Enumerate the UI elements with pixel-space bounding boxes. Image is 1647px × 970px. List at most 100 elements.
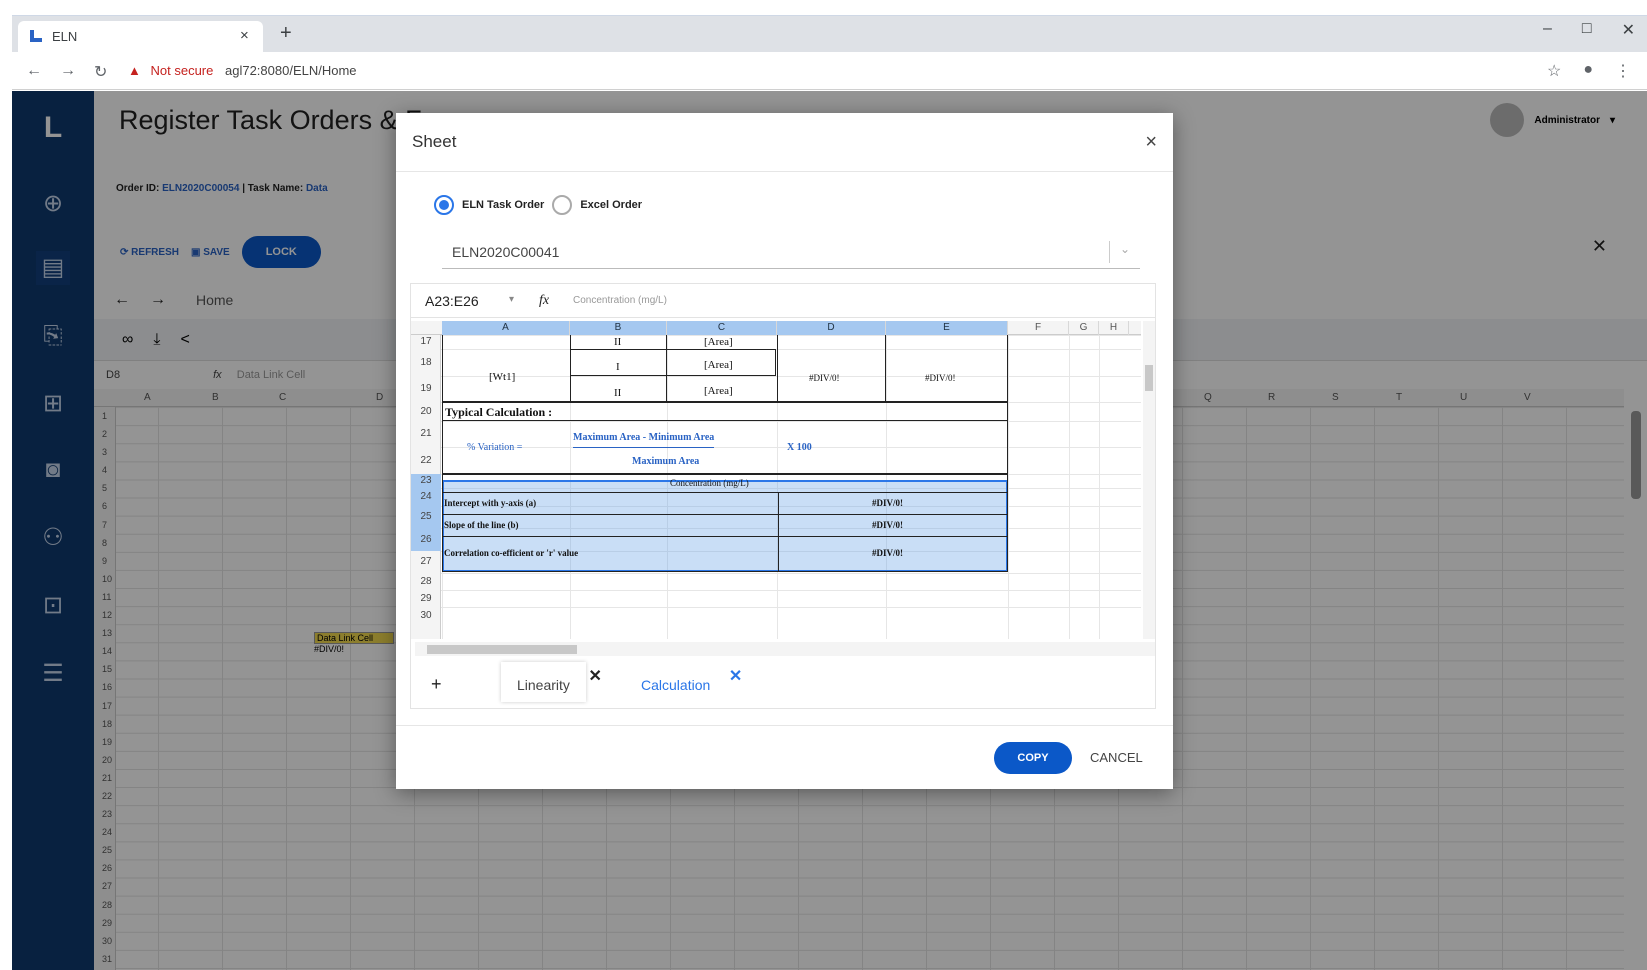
scroll-thumb[interactable] <box>427 645 577 654</box>
tab-label: Calculation <box>641 677 711 693</box>
close-icon[interactable]: ✕ <box>729 666 742 686</box>
forward-arrow-icon[interactable]: → <box>60 62 76 82</box>
cell-a21: % Variation = <box>467 442 523 453</box>
cell-d24: #DIV/0! <box>872 498 903 508</box>
table-border-row25 <box>442 514 1008 537</box>
row-header[interactable]: 21 <box>411 421 441 447</box>
cell-ref-dropdown-icon[interactable]: ▾ <box>509 294 514 305</box>
formula-value[interactable]: Concentration (mg/L) <box>573 295 667 306</box>
not-secure-label: Not secure <box>150 63 214 78</box>
select-separator <box>1109 241 1110 263</box>
column-header[interactable]: A <box>442 321 570 335</box>
sheet-preview: A23:E26 ▾ fx Concentration (mg/L) ABCDEF… <box>410 283 1156 709</box>
row-header[interactable]: 26 <box>411 528 441 551</box>
column-header[interactable]: F <box>1008 321 1069 335</box>
row-header[interactable]: 24 <box>411 488 441 506</box>
new-tab-button[interactable]: + <box>280 22 292 45</box>
column-gridline <box>1099 335 1100 639</box>
sheet-tabs: + Linearity ✕ Calculation ✕ <box>411 658 1155 710</box>
sheet-horizontal-scrollbar[interactable] <box>415 642 1155 656</box>
tab-linearity[interactable]: Linearity ✕ <box>501 662 602 702</box>
browser-tab-title: ELN <box>52 29 78 44</box>
column-header[interactable]: G <box>1069 321 1099 335</box>
column-header[interactable]: C <box>667 321 777 335</box>
column-header[interactable]: B <box>570 321 667 335</box>
cell-a24: Intercept with y-axis (a) <box>444 498 537 508</box>
profile-icon[interactable]: ● <box>1583 61 1593 81</box>
order-type-radios: ELN Task Order Excel Order <box>434 195 642 215</box>
row-header[interactable]: 30 <box>411 607 441 625</box>
scroll-thumb[interactable] <box>1145 365 1153 391</box>
column-gridline <box>1008 335 1009 639</box>
chevron-down-icon: ⌄ <box>1119 242 1130 256</box>
sheet-grid[interactable]: ABCDEFGH 17 18 19 20 21 22 23 24 25 26 27 28 29 30 II… <box>411 321 1141 639</box>
cell-ref-box[interactable]: A23:E26 <box>425 293 479 309</box>
cell-c18: [Area] <box>704 359 733 371</box>
row-header[interactable]: 19 <box>411 376 441 402</box>
table-border-d <box>777 335 886 402</box>
row-header[interactable]: 18 <box>411 349 441 376</box>
browser-tab-bar: ELN × + – □ ✕ <box>12 16 1647 52</box>
fx-icon: fx <box>539 293 550 308</box>
cell-c17: [Area] <box>704 336 733 348</box>
radio-eln-label: ELN Task Order <box>462 199 545 211</box>
row-header[interactable]: 20 <box>411 402 441 421</box>
maximize-button[interactable]: □ <box>1582 20 1592 40</box>
add-sheet-button[interactable]: + <box>431 674 442 695</box>
radio-eln-task-order[interactable] <box>434 195 454 215</box>
address-bar: ← → ↻ ▲ Not secure agl72:8080/ELN/Home ☆… <box>12 52 1647 90</box>
window-controls: – □ ✕ <box>1543 20 1635 40</box>
app-favicon-icon <box>30 30 42 42</box>
menu-dots-icon[interactable]: ⋮ <box>1615 61 1631 81</box>
table-border-row21 <box>442 421 1008 474</box>
url-text: agl72:8080/ELN/Home <box>225 63 357 78</box>
table-border-row24 <box>442 492 1008 493</box>
sheet-vertical-scrollbar[interactable] <box>1143 321 1155 639</box>
browser-toolbar-icons: ☆ ● ⋮ <box>1547 61 1631 81</box>
minimize-button[interactable]: – <box>1543 20 1552 40</box>
browser-tab[interactable]: ELN × <box>18 21 263 52</box>
bookmark-star-icon[interactable]: ☆ <box>1547 61 1561 81</box>
radio-excel-label: Excel Order <box>580 199 643 211</box>
tab-calculation[interactable]: Calculation ✕ <box>625 662 742 702</box>
cell-b19: II <box>614 387 622 399</box>
tab-label: Linearity <box>517 677 570 693</box>
row-header[interactable]: 17 <box>411 335 441 349</box>
column-header[interactable]: D <box>777 321 886 335</box>
row-header[interactable]: 29 <box>411 590 441 607</box>
sheet-dialog: Sheet × ELN Task Order Excel Order ELN20… <box>396 113 1173 789</box>
column-header[interactable]: H <box>1099 321 1129 335</box>
cell-a25: Slope of the line (b) <box>444 520 519 530</box>
column-headers: ABCDEFGH <box>411 321 1141 335</box>
row-header[interactable]: 27 <box>411 551 441 573</box>
cell-a26: Correlation co-efficient or 'r' value <box>444 548 579 558</box>
order-select[interactable]: ELN2020C00041 ⌄ <box>442 231 1140 269</box>
cell-d21: X 100 <box>787 442 812 453</box>
row-header[interactable]: 23 <box>411 474 441 488</box>
table-border-row18 <box>570 349 776 376</box>
reload-icon[interactable]: ↻ <box>94 62 107 82</box>
dialog-close-icon[interactable]: × <box>1145 131 1157 154</box>
radio-excel-order[interactable] <box>552 195 573 215</box>
dialog-title: Sheet <box>412 132 457 151</box>
row-header[interactable]: 22 <box>411 447 441 474</box>
column-header[interactable]: E <box>886 321 1008 335</box>
cell-a18: [Wt1] <box>489 371 516 383</box>
cell-b21-numerator: Maximum Area - Minimum Area <box>573 432 715 448</box>
tab-close-icon[interactable]: × <box>240 27 249 44</box>
window-close-button[interactable]: ✕ <box>1622 20 1635 40</box>
row-header[interactable]: 25 <box>411 506 441 528</box>
row-headers: 17 18 19 20 21 22 23 24 25 26 27 28 29 30 <box>411 335 441 639</box>
back-arrow-icon[interactable]: ← <box>26 62 42 82</box>
divider <box>396 725 1173 726</box>
url-field[interactable]: ▲ Not secure agl72:8080/ELN/Home <box>122 57 1542 85</box>
close-icon[interactable]: ✕ <box>589 666 602 686</box>
column-gridline <box>1069 335 1070 639</box>
copy-button[interactable]: COPY <box>994 742 1072 774</box>
cell-d25: #DIV/0! <box>872 520 903 530</box>
row-gridline <box>441 607 1141 608</box>
cell-b17: II <box>614 336 622 348</box>
cell-c19: [Area] <box>704 385 733 397</box>
row-header[interactable]: 28 <box>411 573 441 590</box>
cancel-button[interactable]: CANCEL <box>1090 750 1143 765</box>
